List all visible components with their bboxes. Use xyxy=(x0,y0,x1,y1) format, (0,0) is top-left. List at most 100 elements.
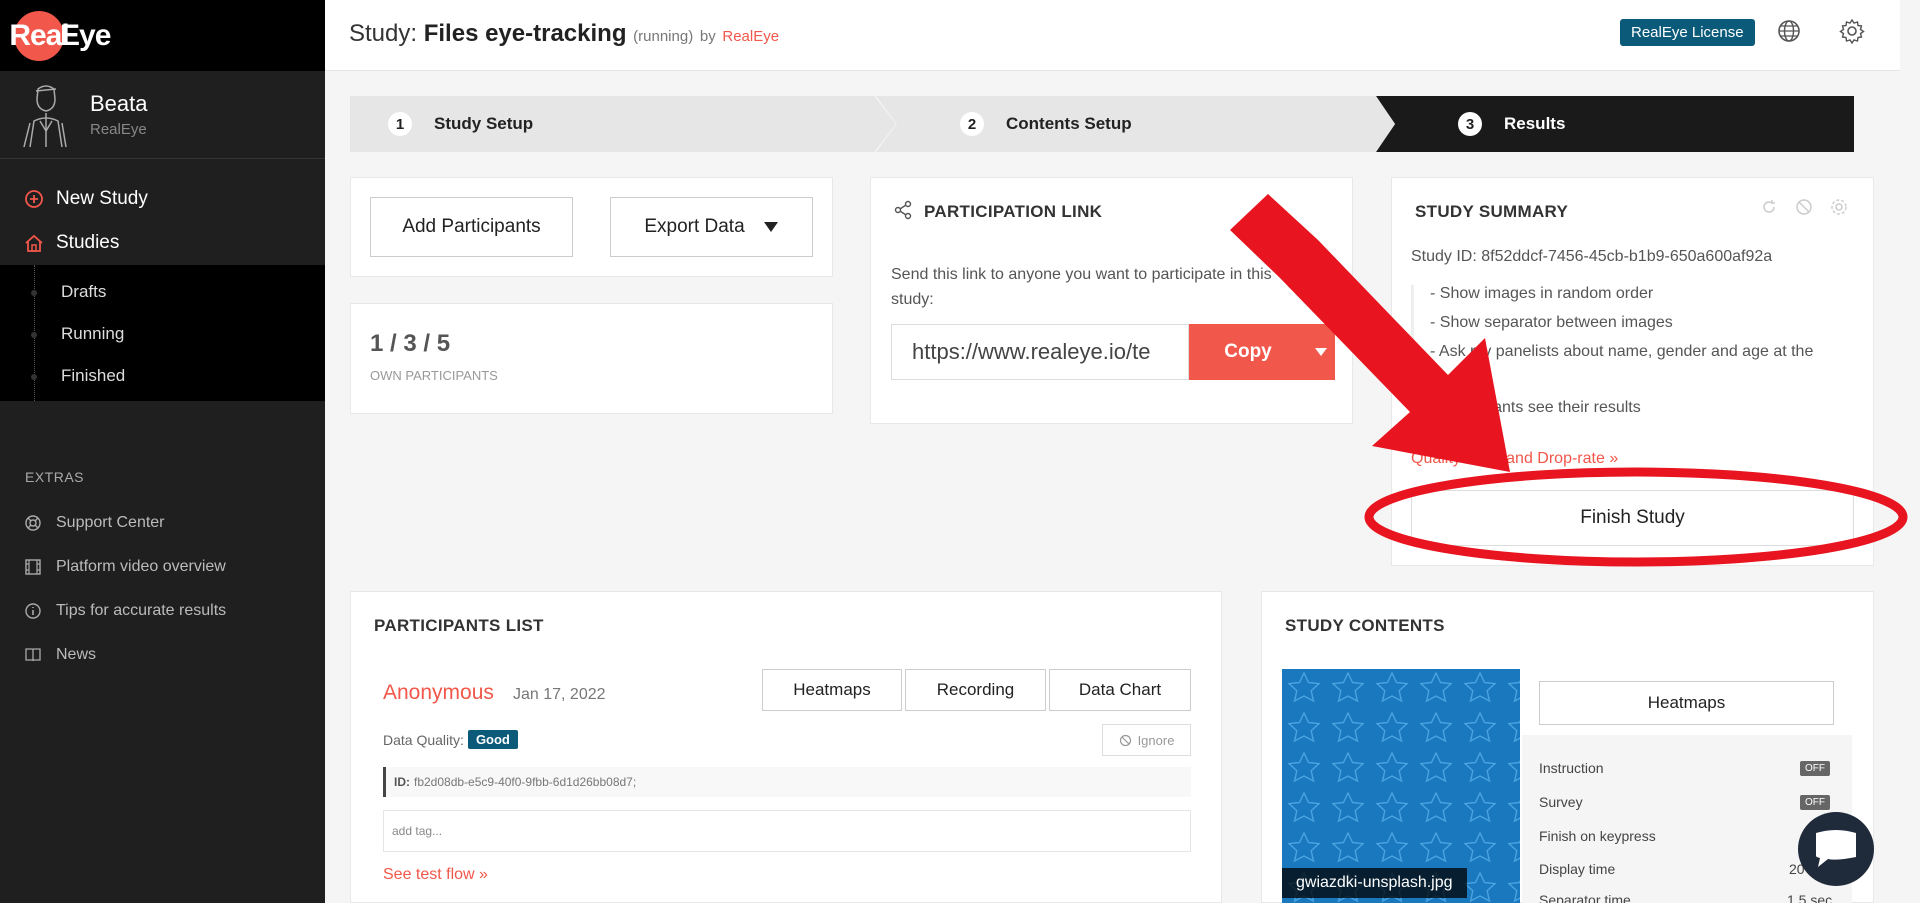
studies-subnav: Drafts Running Finished xyxy=(0,265,325,401)
subnav-finished[interactable]: Finished xyxy=(0,355,325,397)
book-icon xyxy=(25,648,41,662)
study-id: Study ID: 8f52ddcf-7456-45cb-b1b9-650a60… xyxy=(1411,248,1773,265)
see-test-flow-link[interactable]: See test flow » xyxy=(383,866,488,884)
participants-count-label: OWN PARTICIPANTS xyxy=(370,368,498,383)
finish-study-button[interactable]: Finish Study xyxy=(1411,490,1854,546)
subnav-drafts[interactable]: Drafts xyxy=(0,271,325,313)
setting-survey-label: Survey xyxy=(1539,794,1583,810)
copy-link-label: Copy xyxy=(1224,341,1272,362)
study-status: (running) xyxy=(633,28,694,45)
caret-down-icon xyxy=(763,222,778,232)
extra-support-center[interactable]: Support Center xyxy=(0,501,325,545)
content-heatmaps-button[interactable]: Heatmaps xyxy=(1539,681,1834,725)
participation-url-field[interactable]: https://www.realeye.io/te xyxy=(891,324,1189,380)
participation-link-card: PARTICIPATION LINK Send this link to any… xyxy=(870,177,1353,424)
participants-list-title: PARTICIPANTS LIST xyxy=(374,616,544,635)
nav-new-study[interactable]: New Study xyxy=(0,177,325,221)
home-icon xyxy=(25,234,43,252)
caret-down-icon xyxy=(1315,348,1327,356)
step-2-label: Contents Setup xyxy=(1006,114,1132,133)
data-quality: Data Quality: Good xyxy=(383,730,518,749)
quality-stats-link[interactable]: Quality Stats and Drop-rate » xyxy=(1411,450,1618,468)
export-data-button[interactable]: Export Data xyxy=(610,197,813,257)
extra-news[interactable]: News xyxy=(0,633,325,677)
extra-tips[interactable]: Tips for accurate results xyxy=(0,589,325,633)
nav-new-study-label: New Study xyxy=(56,188,148,209)
setting-survey-toggle[interactable]: OFF xyxy=(1800,795,1830,810)
add-tag-input[interactable]: add tag... xyxy=(383,810,1191,852)
copy-link-button[interactable]: Copy xyxy=(1189,324,1335,380)
block-icon[interactable] xyxy=(1795,198,1813,216)
setting-instruction-label: Instruction xyxy=(1539,760,1604,776)
extra-tips-label: Tips for accurate results xyxy=(56,602,227,619)
study-prefix: Study: xyxy=(349,20,418,47)
data-quality-badge: Good xyxy=(467,730,518,749)
participants-count-value: 1 / 3 / 5 xyxy=(370,330,451,357)
step-1-label: Study Setup xyxy=(434,114,534,133)
film-icon xyxy=(25,559,41,575)
gear-icon[interactable] xyxy=(1830,198,1848,216)
top-bar: Study: Files eye-tracking (running) by R… xyxy=(325,0,1900,71)
step-results[interactable]: 3 Results xyxy=(1376,96,1854,152)
logo-text: Eye xyxy=(60,18,111,52)
step-3-label: Results xyxy=(1504,114,1566,133)
info-icon xyxy=(25,603,41,619)
content-file-name: gwiazdki-unsplash.jpg xyxy=(1282,868,1467,898)
option-item: - Show separator between images xyxy=(1430,314,1673,331)
participant-id-label: ID: xyxy=(394,775,410,789)
participant-name[interactable]: Anonymous xyxy=(383,681,494,705)
option-item: - Participants see their results xyxy=(1430,399,1641,416)
add-participants-button[interactable]: Add Participants xyxy=(370,197,573,257)
chat-icon xyxy=(1816,830,1856,867)
participant-date: Jan 17, 2022 xyxy=(513,686,606,703)
study-summary-card: STUDY SUMMARY Study ID: 8f52ddcf-7456-45… xyxy=(1391,177,1874,566)
ignore-label: Ignore xyxy=(1137,732,1175,748)
nav-studies[interactable]: Studies xyxy=(0,221,325,265)
chat-widget-button[interactable] xyxy=(1798,812,1874,886)
study-by: by xyxy=(699,28,716,45)
study-contents-title: STUDY CONTENTS xyxy=(1285,616,1445,635)
block-icon xyxy=(1119,734,1131,746)
participants-count-card: 1 / 3 / 5 OWN PARTICIPANTS xyxy=(350,303,833,414)
study-owner-link[interactable]: RealEye xyxy=(722,28,779,45)
share-icon xyxy=(894,200,912,220)
setting-display-time-label: Display time xyxy=(1539,861,1616,877)
logo-mark: Real xyxy=(9,10,70,61)
plus-circle-icon xyxy=(25,190,43,208)
participants-list-card: PARTICIPANTS LIST Anonymous Jan 17, 2022… xyxy=(350,591,1222,903)
step-contents-setup[interactable]: 2 Contents Setup xyxy=(876,96,1396,152)
logo[interactable]: Real Eye xyxy=(0,0,325,71)
user-name: Beata xyxy=(90,91,148,116)
setting-separator-time-label: Separator time xyxy=(1539,892,1631,903)
globe-icon[interactable] xyxy=(1776,18,1802,44)
step-study-setup[interactable]: 1 Study Setup xyxy=(350,96,896,152)
wizard-steps: 1 Study Setup 2 Contents Setup 3 Results xyxy=(350,96,1874,152)
option-item: - Show images in random order xyxy=(1430,285,1654,302)
step-1-number: 1 xyxy=(388,112,412,136)
extra-video-overview[interactable]: Platform video overview xyxy=(0,545,325,589)
license-button[interactable]: RealEye License xyxy=(1620,19,1755,46)
step-3-number: 3 xyxy=(1458,112,1482,136)
extra-news-label: News xyxy=(56,646,97,663)
data-chart-button[interactable]: Data Chart xyxy=(1049,669,1191,711)
gear-icon[interactable] xyxy=(1839,18,1865,44)
heatmaps-button[interactable]: Heatmaps xyxy=(762,669,902,711)
subnav-running[interactable]: Running xyxy=(0,313,325,355)
setting-separator-time-value: 1.5 sec xyxy=(1787,892,1833,903)
user-profile[interactable]: Beata RealEye xyxy=(0,71,325,159)
refresh-icon[interactable] xyxy=(1760,198,1778,216)
sidebar: Real Eye Beata RealEye New Study Studies… xyxy=(0,0,325,903)
main-nav: New Study Studies xyxy=(0,177,325,265)
option-item: - Ask my panelists about name, gender an… xyxy=(1430,343,1814,360)
copy-dropdown-toggle[interactable] xyxy=(1307,347,1335,357)
actions-card: Add Participants Export Data xyxy=(350,177,833,277)
ignore-button[interactable]: Ignore xyxy=(1102,724,1191,756)
setting-instruction-toggle[interactable]: OFF xyxy=(1800,761,1830,776)
export-data-label: Export Data xyxy=(644,216,745,237)
participation-link-description: Send this link to anyone you want to par… xyxy=(891,266,1272,308)
recording-button[interactable]: Recording xyxy=(905,669,1046,711)
nav-studies-label: Studies xyxy=(56,232,120,253)
user-org: RealEye xyxy=(90,121,147,138)
extra-video-overview-label: Platform video overview xyxy=(56,558,226,575)
extras-title: EXTRAS xyxy=(25,469,85,485)
